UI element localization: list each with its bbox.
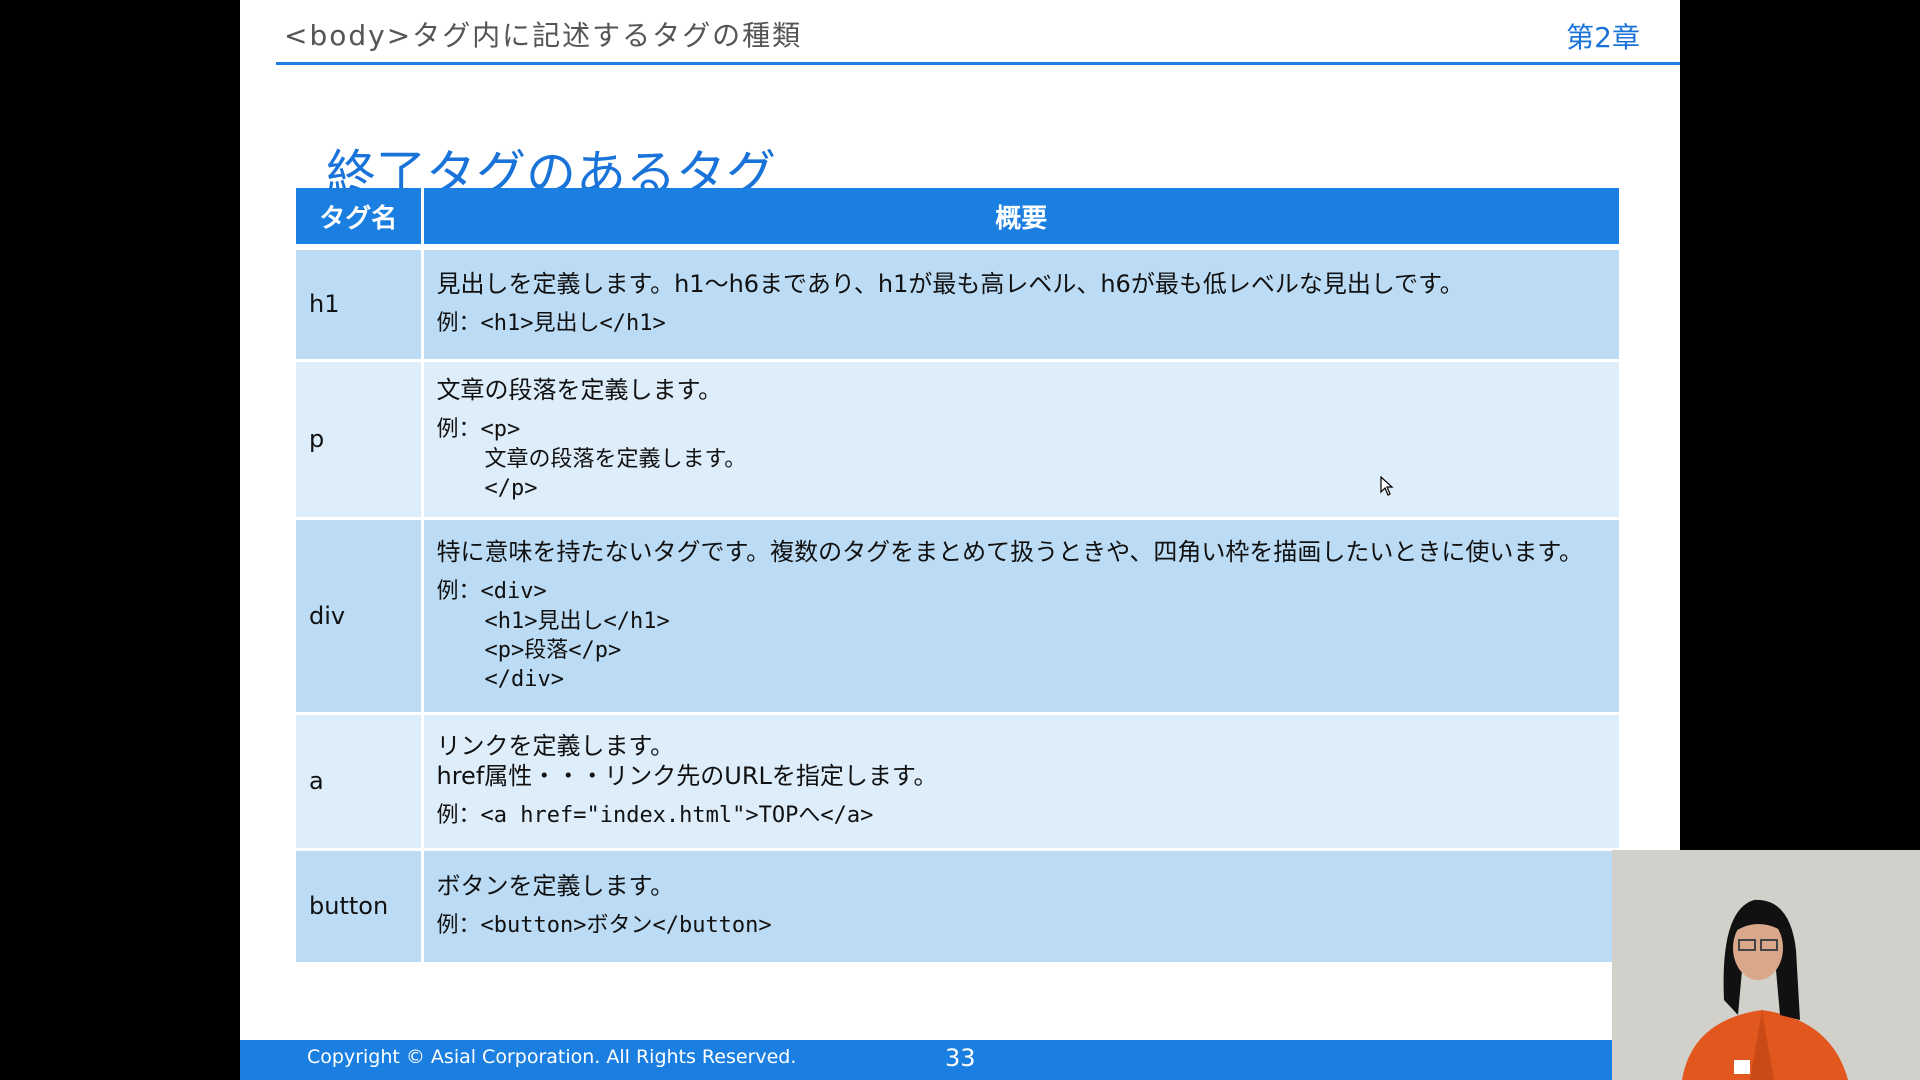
code-example: 例：<p> 文章の段落を定義します。 </p> [437,415,1610,503]
presentation-slide: <body>タグ内に記述するタグの種類 第2章 終了タグのあるタグ タグ名 概要… [240,0,1680,1080]
chapter-label: 第2章 [1566,21,1640,54]
table-row: button ボタンを定義します。 例：<button>ボタン</button> [296,849,1622,965]
description-text: リンクを定義します。 [436,732,675,760]
description-text: 特に意味を持たないタグです。複数のタグをまとめて扱うときや、四角い枠を描画したい… [436,538,1583,566]
tag-name-cell: h1 [296,247,424,362]
example-line: 例：<h1>見出し</h1> [436,311,666,337]
code-example: 例：<button>ボタン</button> [437,911,1610,941]
description-text: 見出しを定義します。h1〜h6まであり、h1が最も高レベル、h6が最も低レベルな… [436,270,1464,299]
example-line: 例：<button>ボタン</button> [436,913,772,938]
example-line: </div> [484,667,564,692]
table-row: a リンクを定義します。 href属性・・・リンク先のURLを指定します。 例：<a … [296,713,1622,851]
description-text: href属性・・・リンク先のURLを指定します。 [436,762,938,790]
table-header-row: タグ名 概要 [296,188,1622,250]
tag-name-cell: p [296,360,424,520]
example-line: 文章の段落を定義します。 [484,447,747,472]
tag-table: タグ名 概要 h1 見出しを定義します。h1〜h6まであり、h1が最も高レベル、h… [296,188,1622,965]
example-line: 例：<div> [436,579,547,604]
column-header-tag: タグ名 [296,188,424,250]
description-cell: 見出しを定義します。h1〜h6まであり、h1が最も高レベル、h6が最も低レベルな… [422,247,1622,362]
table-row: p 文章の段落を定義します。 例：<p> 文章の段落を定義します。 </p> [296,360,1622,520]
mouse-pointer-icon [1380,476,1394,496]
code-example: 例：<a href="index.html">TOPへ</a> [437,801,1610,831]
code-example: 例：<div> <h1>見出し</h1> <p>段落</p> </div> [437,577,1610,694]
header-title: <body>タグ内に記述するタグの種類 [284,19,803,52]
example-line: </p> [484,476,538,501]
example-line: 例：<a href="index.html">TOPへ</a> [436,803,874,828]
webcam-presenter-video [1612,850,1920,1080]
footer-bar: Copyright © Asial Corporation. All Right… [240,1040,1680,1080]
header-divider [276,62,1680,65]
table-body: h1 見出しを定義します。h1〜h6まであり、h1が最も高レベル、h6が最も低レベ… [296,247,1622,965]
table-row: h1 見出しを定義します。h1〜h6まであり、h1が最も高レベル、h6が最も低レベ… [296,247,1622,362]
tag-name-cell: a [296,713,424,851]
description-text: 文章の段落を定義します。 [436,376,723,404]
example-line: <p>段落</p> [484,638,622,663]
tag-name-cell: div [296,518,424,715]
table-row: div 特に意味を持たないタグです。複数のタグをまとめて扱うときや、四角い枠を描画… [296,518,1622,715]
tag-name-cell: button [296,849,424,965]
description-cell: ボタンを定義します。例：<button>ボタン</button> [422,849,1622,965]
description-cell: 特に意味を持たないタグです。複数のタグをまとめて扱うときや、四角い枠を描画したい… [422,518,1622,715]
page-number: 33 [945,1044,976,1072]
description-cell: リンクを定義します。 href属性・・・リンク先のURLを指定します。 例：<a h… [422,713,1622,851]
column-header-summary: 概要 [422,188,1622,250]
presenter-image [1612,850,1920,1080]
description-cell: 文章の段落を定義します。 例：<p> 文章の段落を定義します。 </p> [422,360,1622,520]
code-example: 例：<h1>見出し</h1> [437,309,1610,339]
example-line: 例：<p> [436,417,521,442]
description-text: ボタンを定義します。 [436,872,675,900]
example-line: <h1>見出し</h1> [484,609,670,634]
copyright-text: Copyright © Asial Corporation. All Right… [307,1046,797,1068]
